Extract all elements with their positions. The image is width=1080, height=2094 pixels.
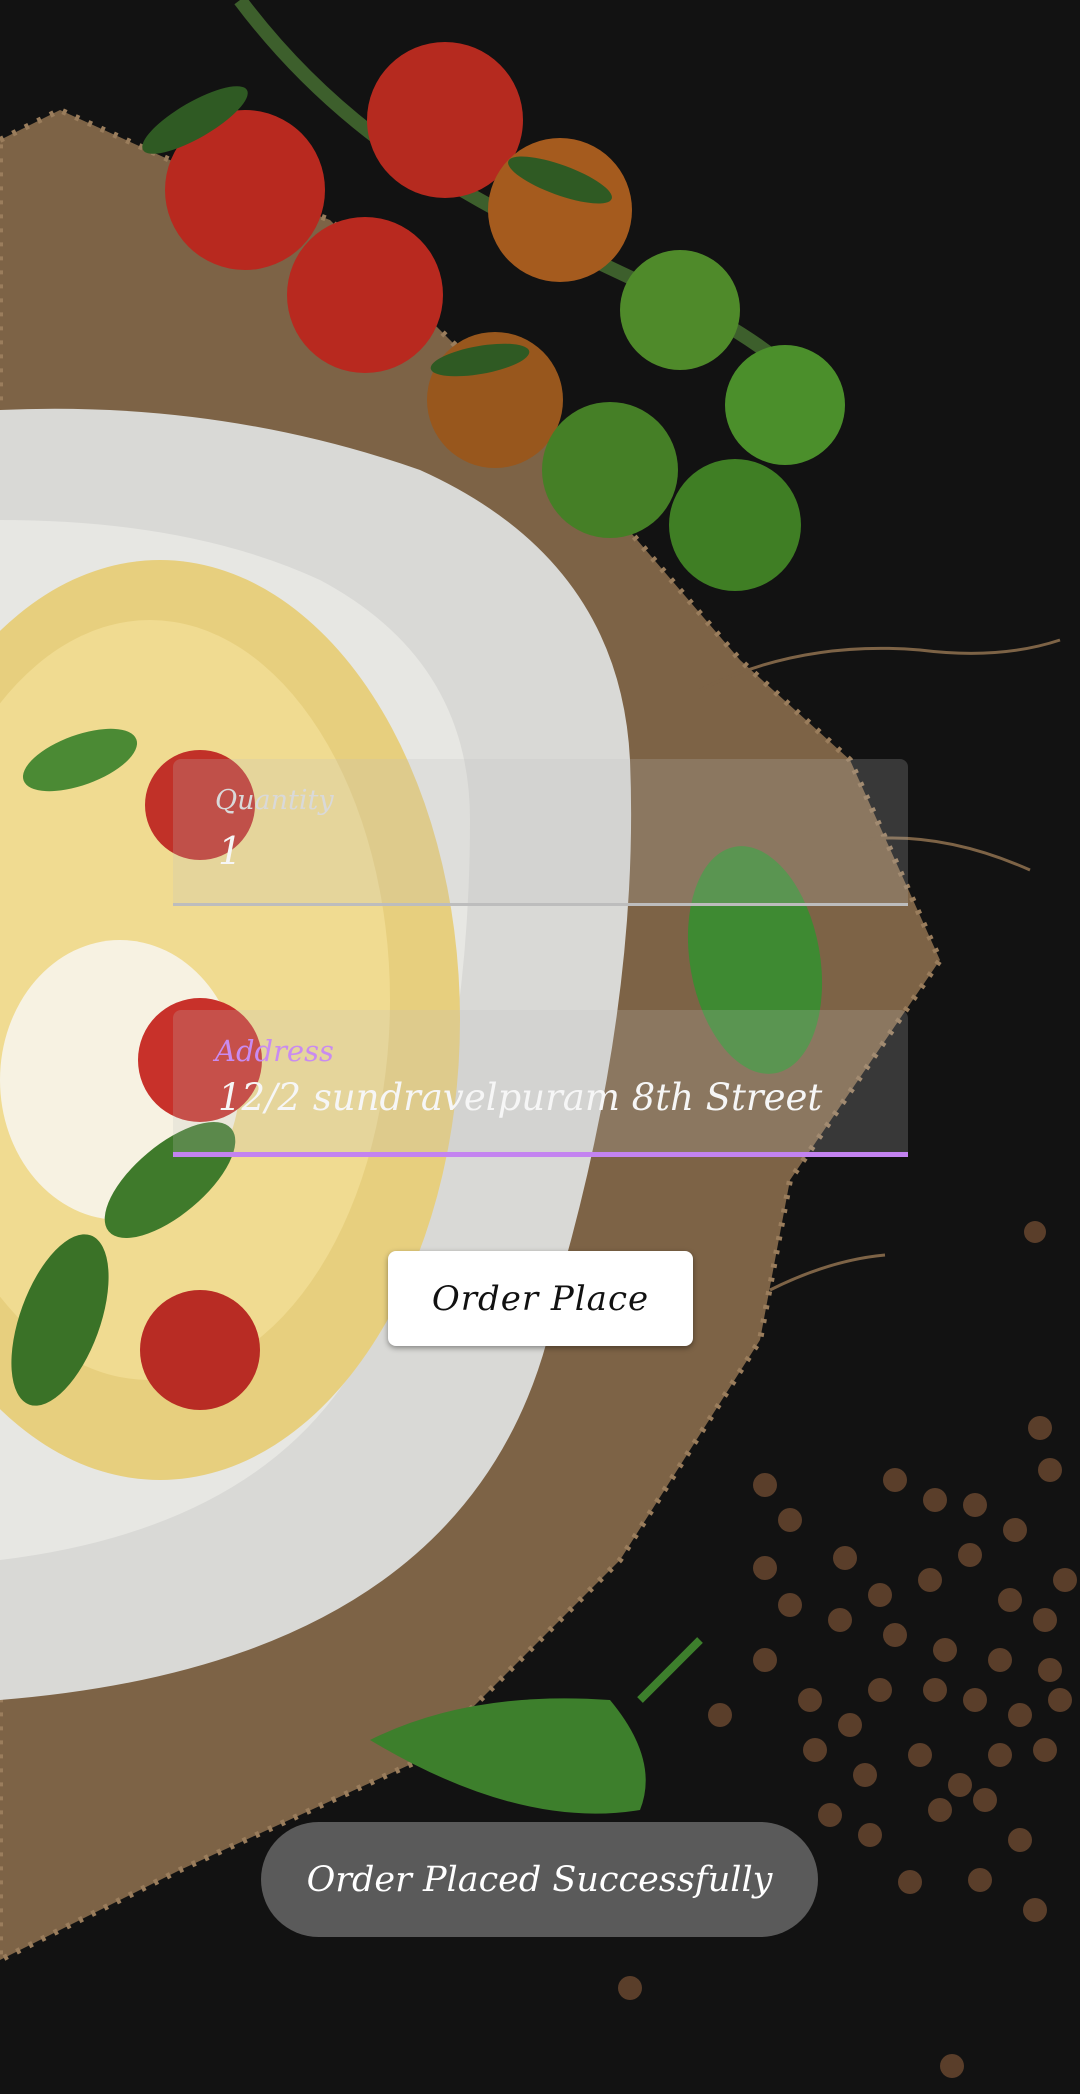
order-success-toast: Order Placed Successfully bbox=[261, 1822, 818, 1937]
quantity-field[interactable]: Quantity 1 bbox=[173, 759, 908, 906]
address-input[interactable]: 12/2 sundravelpuram 8th Street bbox=[218, 1076, 822, 1119]
quantity-label: Quantity bbox=[215, 785, 334, 816]
quantity-underline bbox=[173, 903, 908, 906]
quantity-input[interactable]: 1 bbox=[218, 829, 242, 873]
address-field[interactable]: Address 12/2 sundravelpuram 8th Street bbox=[173, 1010, 908, 1157]
address-underline-focused bbox=[173, 1152, 908, 1157]
address-label: Address bbox=[215, 1034, 334, 1068]
toast-message: Order Placed Successfully bbox=[306, 1859, 773, 1900]
order-place-button[interactable]: Order Place bbox=[388, 1251, 693, 1346]
